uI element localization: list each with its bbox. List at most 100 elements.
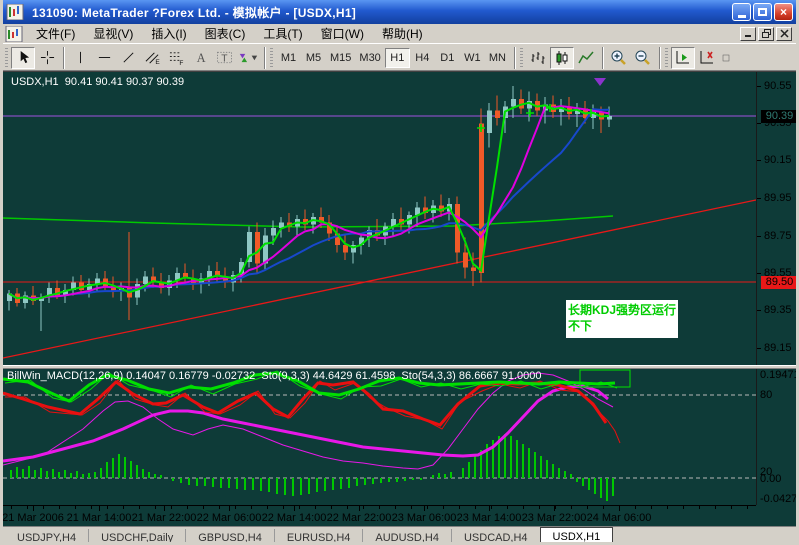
maximize-icon: [758, 8, 767, 16]
time-label: 23 Mar 22:00: [519, 512, 589, 524]
toolbar-grip[interactable]: [5, 48, 8, 68]
price-tick: [757, 236, 761, 237]
timeframe-mn-button[interactable]: MN: [485, 48, 510, 68]
title-bar[interactable]: 131090: MetaTrader ?Forex Ltd. - 模拟帐户 - …: [3, 0, 796, 24]
price-label: 90.55: [764, 80, 792, 92]
price-tick: [757, 86, 761, 87]
toolbar-separator: [602, 47, 603, 69]
major-tick: [164, 506, 165, 511]
indicator-chart[interactable]: [3, 369, 756, 504]
tab-usdchf-daily[interactable]: USDCHF,Daily: [88, 529, 185, 545]
toolbar-grip[interactable]: [520, 48, 523, 68]
toolbar-separator: [63, 47, 64, 69]
cursor-icon: [16, 50, 31, 65]
toolbar: E F A T M1M5M15M30H1H4D1W1MN: [3, 45, 796, 71]
timeframe-w1-button[interactable]: W1: [460, 48, 485, 68]
line-chart-icon: [578, 50, 594, 66]
menu-item-1[interactable]: 显视(V): [84, 25, 142, 43]
minor-tick: [139, 506, 140, 509]
minor-tick: [123, 506, 124, 509]
tab-audusd-h4[interactable]: AUDUSD,H4: [362, 529, 451, 545]
tab-usdjpy-h4[interactable]: USDJPY,H4: [5, 529, 88, 545]
bar-chart-icon: [530, 50, 546, 66]
mdi-close-button[interactable]: [776, 27, 792, 41]
minor-tick: [651, 506, 652, 509]
arrows-tool-button[interactable]: [236, 47, 260, 69]
tab-gbpusd-h4[interactable]: GBPUSD,H4: [185, 529, 274, 545]
label-icon: T: [216, 50, 233, 65]
auto-scroll-button[interactable]: [671, 47, 695, 69]
time-label: 24 Mar 06:00: [584, 512, 654, 524]
zoom-in-button[interactable]: [607, 47, 631, 69]
timeframe-d1-button[interactable]: D1: [435, 48, 460, 68]
zoom-out-button[interactable]: [631, 47, 655, 69]
line-chart-button[interactable]: [574, 47, 598, 69]
indicator-axis-label: 80: [760, 389, 772, 401]
price-label: 89.75: [764, 230, 792, 242]
main-chart-pane[interactable]: USDX,H1 90.41 90.41 90.37 90.39 长期KDJ强势区…: [3, 72, 756, 365]
vertical-line-icon: [73, 50, 88, 65]
indicators-icon: [722, 50, 730, 66]
toolbar-separator: [659, 47, 660, 69]
text-tool-button[interactable]: A: [188, 47, 212, 69]
major-tick: [359, 506, 360, 511]
minimize-button[interactable]: [732, 3, 751, 21]
close-button[interactable]: ×: [774, 3, 793, 21]
indicators-button[interactable]: [721, 47, 731, 69]
tab-usdcad-h4[interactable]: USDCAD,H4: [451, 529, 540, 545]
timeframe-m5-button[interactable]: M5: [301, 48, 326, 68]
equidistant-channel-tool-button[interactable]: E: [140, 47, 164, 69]
major-tick: [619, 506, 620, 511]
menu-item-2[interactable]: 插入(I): [142, 25, 195, 43]
minor-tick: [507, 506, 508, 509]
horizontal-line-tool-button[interactable]: [92, 47, 116, 69]
timeframe-m15-button[interactable]: M15: [326, 48, 355, 68]
minor-tick: [747, 506, 748, 509]
price-tick: [757, 273, 761, 274]
svg-text:E: E: [155, 59, 160, 65]
menu-item-6[interactable]: 帮助(H): [373, 25, 432, 43]
svg-text:T: T: [221, 53, 228, 64]
menu-item-4[interactable]: 工具(T): [254, 25, 311, 43]
timeframe-m30-button[interactable]: M30: [355, 48, 384, 68]
indicator-pane[interactable]: BillWin_MACD(12,26,9) 0.14047 0.16779 -0…: [3, 369, 756, 504]
timeframe-m1-button[interactable]: M1: [276, 48, 301, 68]
menu-item-5[interactable]: 窗口(W): [312, 25, 373, 43]
chart-text-annotation[interactable]: 长期KDJ强势区运行 不下: [566, 300, 678, 338]
chart-shift-button[interactable]: [695, 47, 719, 69]
menu-item-0[interactable]: 文件(F): [27, 25, 84, 43]
candlestick-chart-button[interactable]: [550, 47, 574, 69]
time-axis[interactable]: 21 Mar 200621 Mar 14:0021 Mar 22:0022 Ma…: [3, 505, 756, 526]
menu-bar: 文件(F)显视(V)插入(I)图表(C)工具(T)窗口(W)帮助(H): [3, 24, 796, 44]
fibonacci-tool-button[interactable]: F: [164, 47, 188, 69]
minor-tick: [571, 506, 572, 509]
minor-tick: [107, 506, 108, 509]
price-label: 90.15: [764, 154, 792, 166]
timeframe-h1-button[interactable]: H1: [385, 48, 410, 68]
current-price-box: 90.39: [761, 110, 798, 123]
toolbar-grip[interactable]: [270, 48, 273, 68]
fibonacci-icon: F: [168, 50, 185, 65]
menu-item-3[interactable]: 图表(C): [196, 25, 255, 43]
price-tick: [757, 310, 761, 311]
indicator-axis-label: 0.19471: [760, 369, 799, 381]
major-tick: [99, 506, 100, 511]
crosshair-tool-button[interactable]: [35, 47, 59, 69]
vertical-line-tool-button[interactable]: [68, 47, 92, 69]
tab-eurusd-h4[interactable]: EURUSD,H4: [274, 529, 363, 545]
mdi-restore-button[interactable]: [758, 27, 774, 41]
label-tool-button[interactable]: T: [212, 47, 236, 69]
maximize-button[interactable]: [753, 3, 772, 21]
minor-tick: [683, 506, 684, 509]
price-axis[interactable]: 90.5590.3590.1589.9589.7589.5589.3589.15…: [756, 72, 799, 505]
bar-chart-button[interactable]: [526, 47, 550, 69]
toolbar-grip[interactable]: [665, 48, 668, 68]
major-tick: [554, 506, 555, 511]
minor-tick: [203, 506, 204, 509]
minor-tick: [731, 506, 732, 509]
cursor-tool-button[interactable]: [11, 47, 35, 69]
timeframe-h4-button[interactable]: H4: [410, 48, 435, 68]
trendline-tool-button[interactable]: [116, 47, 140, 69]
mdi-minimize-button[interactable]: [740, 27, 756, 41]
tab-usdx-h1[interactable]: USDX,H1: [540, 527, 614, 545]
